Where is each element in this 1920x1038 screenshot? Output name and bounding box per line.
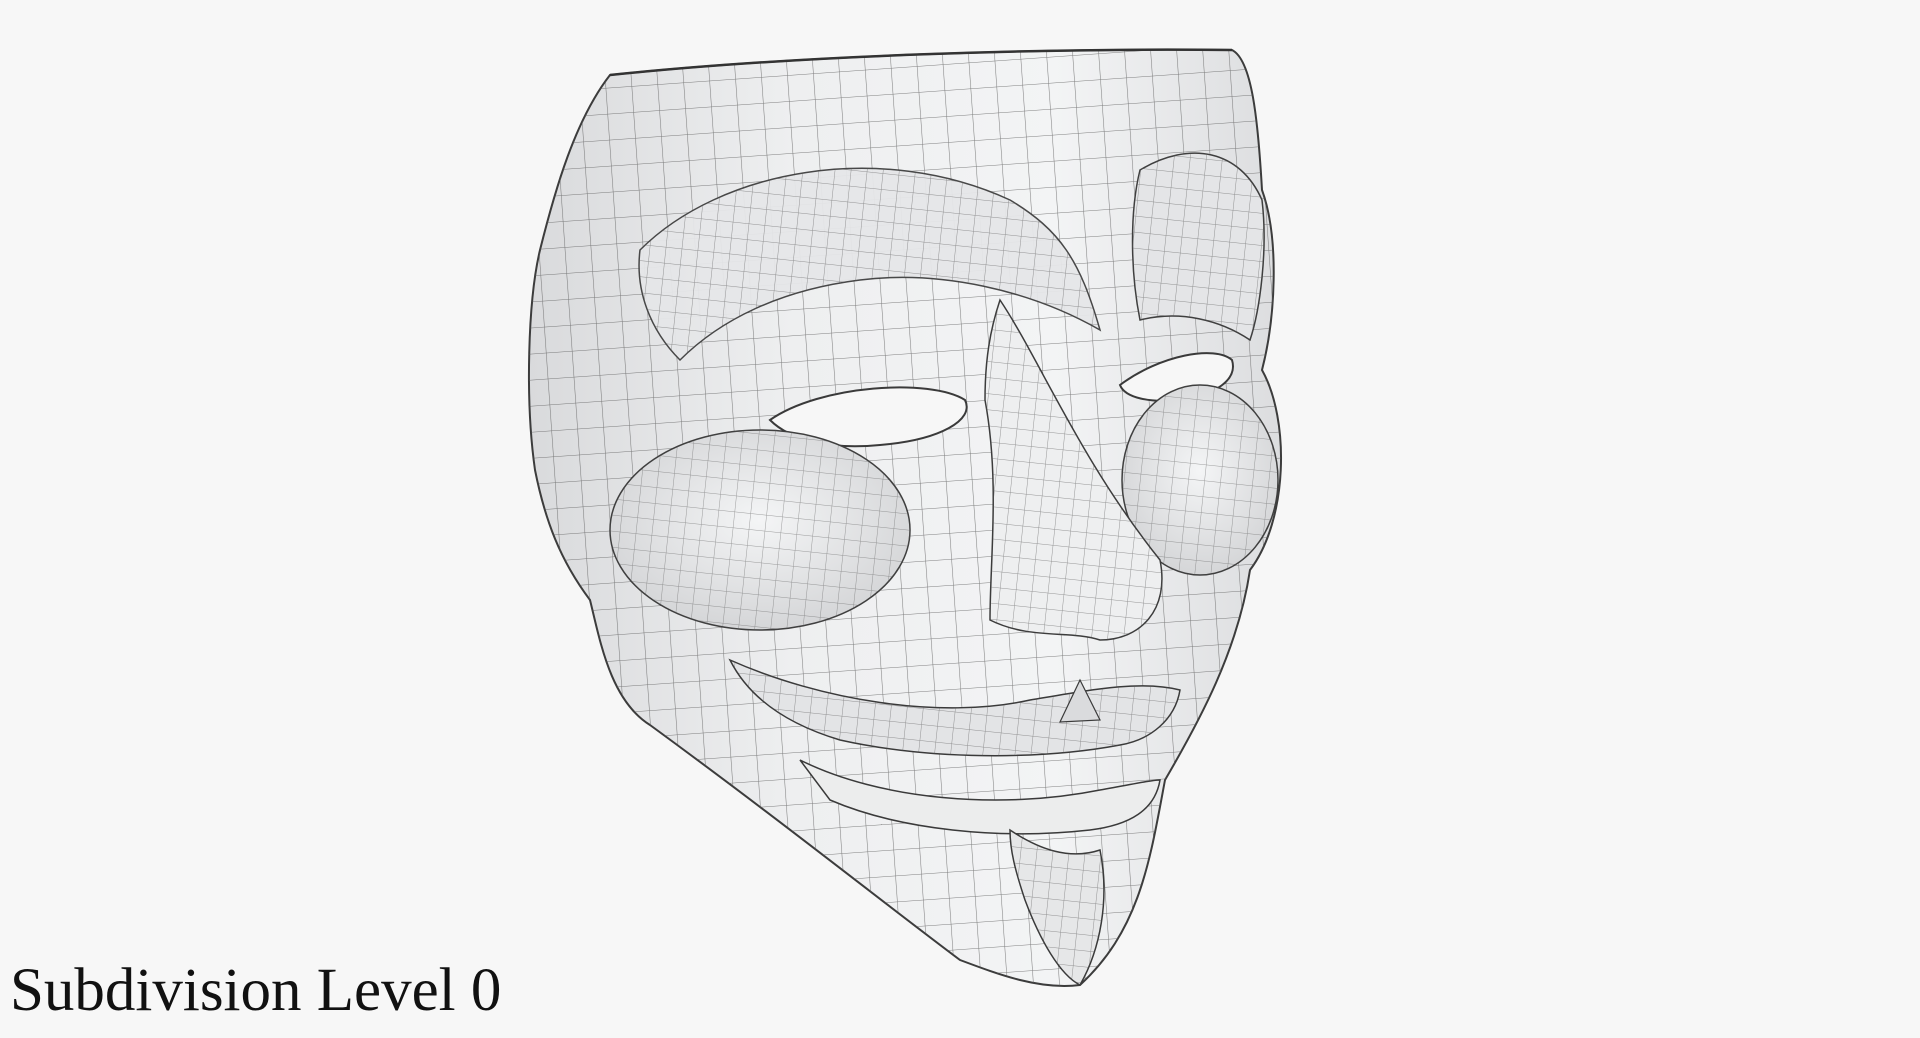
- mask-render: [527, 48, 1282, 987]
- render-viewport: Subdivision Level 0: [0, 0, 1920, 1038]
- subdivision-level-caption: Subdivision Level 0: [10, 957, 502, 1024]
- mask-body: [527, 48, 1282, 987]
